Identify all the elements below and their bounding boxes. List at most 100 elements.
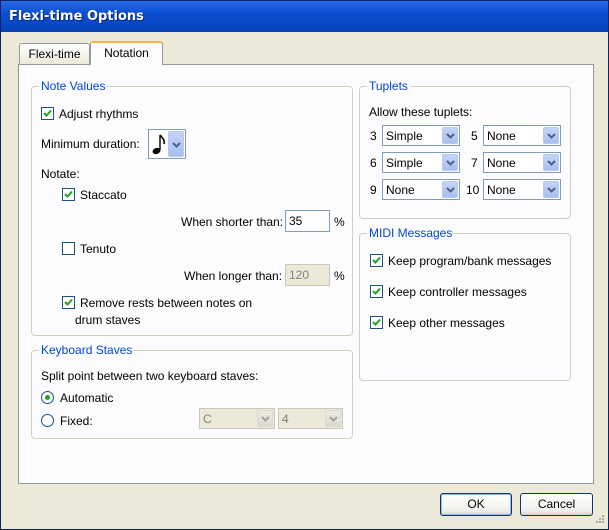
chevron-down-icon [261,416,270,422]
dropdown-button[interactable] [543,154,559,171]
dialog-window: Flexi-time Options Flexi-time Notation N… [0,0,609,530]
tab-panel-notation: Note Values Adjust rhythms Minimum durat… [18,64,594,484]
dropdown-button[interactable] [543,181,559,198]
fixed-octave-select[interactable]: 4 [278,408,343,429]
tuplet-number: 9 [370,183,377,197]
tuplet-7-select[interactable]: None [483,152,561,173]
ok-label: OK [467,497,485,511]
chevron-down-icon [547,133,556,139]
group-legend: Tuplets [367,79,410,93]
keep-program-bank-label: Keep program/bank messages [388,254,552,268]
tenuto-checkbox[interactable] [62,242,75,255]
tuplet-value: None [487,156,516,170]
when-longer-input[interactable]: 120 [285,264,330,286]
tab-label: Flexi-time [28,47,81,61]
percent-sign: % [334,215,345,229]
tuplet-value: None [386,183,415,197]
chevron-down-icon [446,160,455,166]
group-legend: Note Values [39,79,108,93]
tuplet-10-select[interactable]: None [483,179,561,200]
remove-rests-checkbox[interactable] [62,296,75,309]
radio-dot [45,395,50,400]
dropdown-button[interactable] [325,410,341,427]
tuplet-value: Simple [386,156,423,170]
keep-program-bank-checkbox[interactable] [370,254,383,267]
chevron-down-icon [446,133,455,139]
percent-sign: % [334,269,345,283]
resize-grip-icon[interactable] [593,514,605,526]
dropdown-button[interactable] [442,127,458,144]
tuplet-number: 10 [466,183,480,197]
check-icon [372,318,381,326]
fixed-note-select[interactable]: C [199,408,275,429]
cancel-label: Cancel [537,497,576,511]
minimum-duration-label: Minimum duration: [41,137,140,151]
staccato-checkbox[interactable] [62,188,75,201]
check-icon [372,256,381,264]
window-title: Flexi-time Options [9,9,144,24]
tab-label: Notation [104,46,149,60]
dropdown-button[interactable] [442,154,458,171]
fixed-radio[interactable] [41,414,54,427]
fixed-label: Fixed: [60,414,93,428]
tenuto-label: Tenuto [80,242,117,256]
keep-controller-checkbox[interactable] [370,285,383,298]
chevron-down-icon [446,187,455,193]
tuplet-number: 6 [370,156,377,170]
remove-rests-label-line2: drum staves [75,313,141,327]
title-bar[interactable]: Flexi-time Options [1,1,608,32]
check-icon [64,298,73,306]
notate-label: Notate: [41,167,80,181]
automatic-label: Automatic [60,391,114,405]
remove-rests-label-line1: Remove rests between notes on [80,296,253,310]
tuplet-number: 7 [471,156,478,170]
keyboard-staves-group: Keyboard Staves Split point between two … [31,343,353,439]
keep-other-checkbox[interactable] [370,316,383,329]
check-icon [372,287,381,295]
group-legend: Keyboard Staves [39,343,135,357]
dropdown-button[interactable] [543,127,559,144]
when-shorter-value: 35 [289,214,303,228]
dropdown-button[interactable] [442,181,458,198]
tuplet-value: None [487,183,516,197]
fixed-octave-value: 4 [282,412,289,426]
note-values-group: Note Values Adjust rhythms Minimum durat… [31,79,353,336]
chevron-down-icon [172,142,181,148]
tuplet-value: Simple [386,129,423,143]
tuplet-value: None [487,129,516,143]
check-icon [43,109,52,117]
tuplet-9-select[interactable]: None [382,179,460,200]
eighth-note-icon [152,134,165,155]
keep-controller-label: Keep controller messages [388,285,527,299]
staccato-label: Staccato [80,188,127,202]
adjust-rhythms-checkbox[interactable] [41,107,54,120]
tuplets-group: Tuplets Allow these tuplets: 3 Simple 5 … [359,79,571,219]
chevron-down-icon [329,416,338,422]
minimum-duration-select[interactable] [148,129,186,159]
tab-flexi-time[interactable]: Flexi-time [19,43,90,65]
tuplet-6-select[interactable]: Simple [382,152,460,173]
chevron-down-icon [547,187,556,193]
when-shorter-input[interactable]: 35 [285,210,330,232]
keep-other-label: Keep other messages [388,316,505,330]
split-point-label: Split point between two keyboard staves: [41,369,259,383]
when-longer-value: 120 [289,268,310,282]
group-legend: MIDI Messages [367,226,455,240]
tuplet-5-select[interactable]: None [483,125,561,146]
fixed-note-value: C [203,412,212,426]
chevron-down-icon [547,160,556,166]
dropdown-button[interactable] [257,410,273,427]
when-shorter-label: When shorter than: [181,215,284,229]
automatic-radio[interactable] [41,391,54,404]
allow-tuplets-label: Allow these tuplets: [369,105,473,119]
tuplet-3-select[interactable]: Simple [382,125,460,146]
dropdown-button[interactable] [168,131,184,157]
check-icon [64,190,73,198]
ok-button[interactable]: OK [440,493,512,516]
midi-messages-group: MIDI Messages Keep program/bank messages… [359,226,571,381]
adjust-rhythms-label: Adjust rhythms [59,107,139,121]
tuplet-number: 5 [471,129,478,143]
tuplet-number: 3 [370,129,377,143]
cancel-button[interactable]: Cancel [520,493,593,516]
tab-notation[interactable]: Notation [90,41,163,65]
